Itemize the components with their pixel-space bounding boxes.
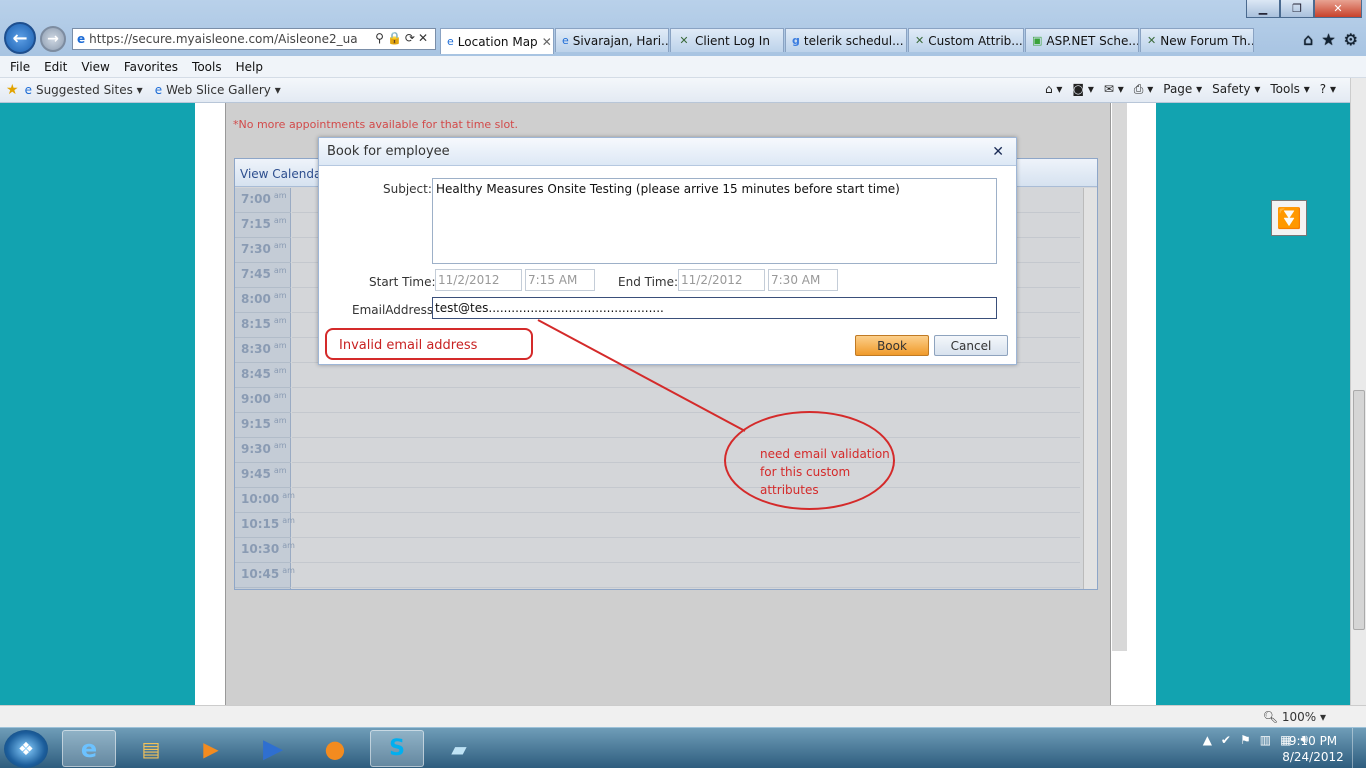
taskbar: ❖ e ▤ ▶ ▶ ● S ▰ ▲ ✔ ⚑ ▥ ▦ 🔊︎ 9:10 PM 8/2…	[0, 727, 1366, 768]
taskbar-media-center[interactable]: ▶	[246, 730, 300, 767]
zoom-level: 100% ▾	[1281, 710, 1326, 724]
annotation-line	[537, 319, 746, 432]
device-icon[interactable]: ▥	[1260, 733, 1271, 747]
notes-icon: ▰	[451, 736, 467, 761]
taskbar-media-player[interactable]: ▶	[184, 730, 238, 767]
show-hidden-icons-icon[interactable]: ▲	[1203, 733, 1212, 747]
clock[interactable]: 9:10 PM 8/24/2012	[1282, 733, 1344, 765]
show-desktop-button[interactable]	[1352, 728, 1366, 768]
taskbar-notes[interactable]: ▰	[432, 730, 486, 767]
skype-icon: S	[389, 736, 405, 761]
annotation-bubble: need email validation for this custom at…	[724, 411, 895, 510]
magnifier-icon: 🔍︎	[1262, 710, 1279, 724]
ie-logo-icon: e	[80, 734, 98, 763]
annotation-line-2: for this custom	[760, 465, 851, 479]
play-arrow-icon: ▶	[263, 733, 283, 764]
clock-date: 8/24/2012	[1282, 750, 1344, 764]
folder-icon: ▤	[141, 736, 161, 761]
zoom-control[interactable]: 🔍︎ 100% ▾	[1263, 710, 1326, 724]
annotation-line-3: attributes	[760, 483, 819, 497]
flag-icon[interactable]: ⚑	[1240, 733, 1251, 747]
taskbar-ie[interactable]: e	[62, 730, 116, 767]
windows-logo-icon: ❖	[17, 738, 35, 760]
start-button[interactable]: ❖	[4, 730, 48, 768]
taskbar-explorer[interactable]: ▤	[124, 730, 178, 767]
annotation-pointer	[537, 319, 746, 432]
annotation-line-1: need email validation	[760, 447, 890, 461]
taskbar-skype[interactable]: S	[370, 730, 424, 767]
orange-ball-icon: ●	[324, 734, 346, 763]
clock-time: 9:10 PM	[1288, 734, 1338, 748]
taskbar-app-orange[interactable]: ●	[308, 730, 362, 767]
media-player-icon: ▶	[203, 736, 219, 761]
status-bar: 🔍︎ 100% ▾	[0, 705, 1366, 727]
network-check-icon[interactable]: ✔	[1221, 733, 1231, 747]
